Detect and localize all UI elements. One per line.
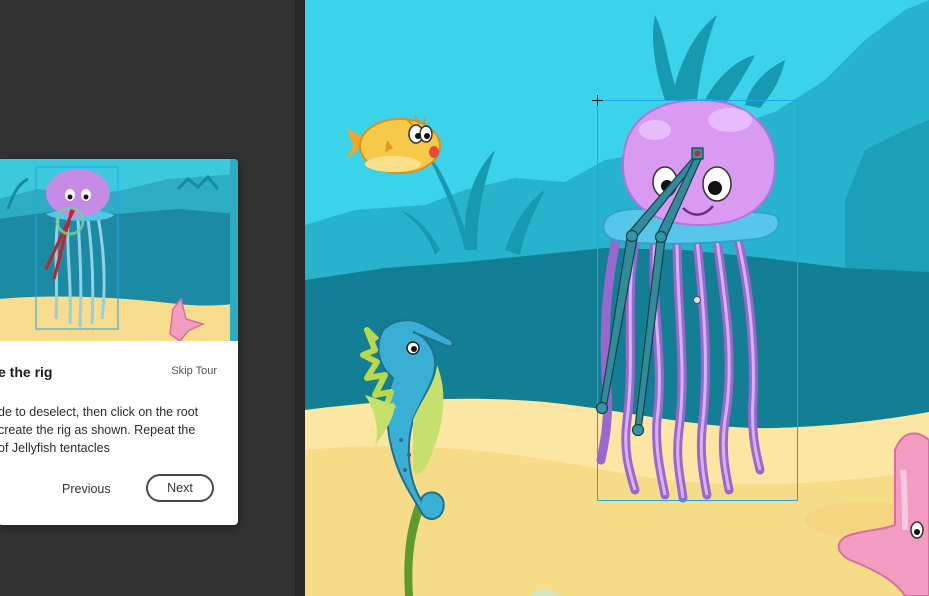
registration-point-icon[interactable] (693, 296, 701, 304)
tour-step-instructions: de to deselect, then click on the root c… (0, 403, 218, 457)
pufferfish (347, 115, 441, 174)
transform-crosshair-icon[interactable] (592, 95, 603, 106)
tour-step-title: e the rig (0, 364, 53, 380)
instruction-line: create the rig as shown. Repeat the (0, 423, 196, 437)
instruction-line: of Jellyfish tentacles (0, 441, 110, 455)
instruction-line: de to deselect, then click on the root (0, 405, 199, 419)
tour-preview-image (0, 159, 238, 341)
guided-tour-popup: e the rig Skip Tour de to deselect, then… (0, 159, 238, 525)
stage-canvas[interactable] (305, 0, 929, 596)
skip-tour-link[interactable]: Skip Tour (171, 365, 217, 377)
previous-button[interactable]: Previous (62, 482, 111, 496)
next-button[interactable]: Next (146, 474, 214, 502)
stage-divider (295, 0, 305, 596)
